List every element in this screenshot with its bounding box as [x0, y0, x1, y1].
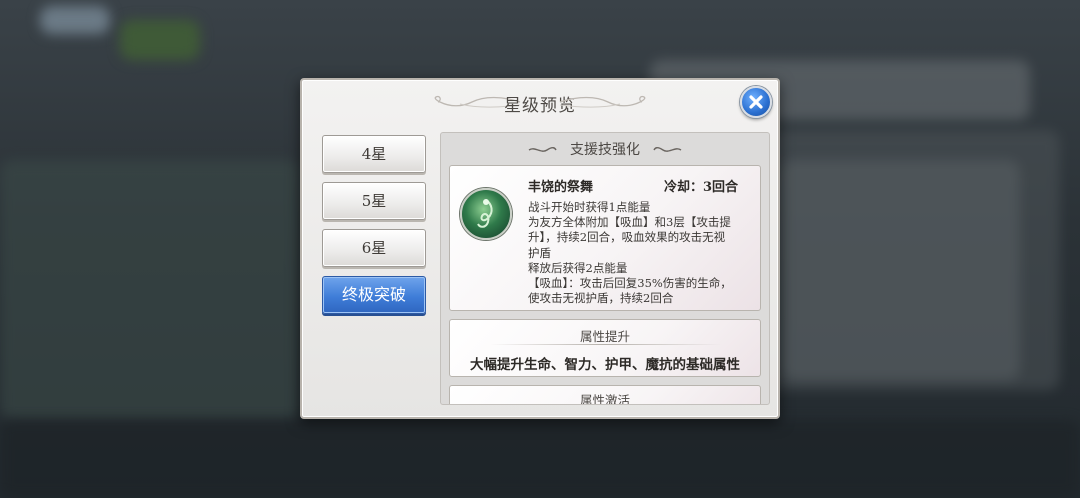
section-title: 支援技强化 — [570, 142, 640, 158]
skill-emblem-icon — [477, 199, 493, 228]
bg-blur-element — [0, 420, 1080, 498]
skill-desc-line: 使攻击无视护盾，持续2回合 — [528, 291, 674, 306]
attribute-activate-title: 属性激活 — [579, 393, 630, 405]
title-ornament-icon — [559, 95, 646, 108]
attribute-boost-text: 大幅提升生命、智力、护甲、魔抗的基础属性 — [470, 357, 740, 373]
bg-blur-element — [780, 160, 1020, 380]
tab-6-star[interactable]: 6星 — [322, 229, 426, 267]
skill-desc-line: 为友方全体附加【吸血】和3层【攻击提 — [528, 215, 731, 230]
close-button[interactable] — [740, 86, 772, 118]
skill-card: 丰饶的祭舞 冷却：3回合 战斗开始时获得1点能量 为友方全体附加【吸血】和3层【… — [449, 165, 761, 311]
leaf-dancer-skill-icon — [460, 188, 512, 240]
flourish-left-icon — [528, 146, 557, 152]
star-preview-dialog: 星级预览 4星 5星 6星 终极突破 支援技强化 丰饶的祭舞 冷却：3回合 战斗… — [300, 78, 780, 419]
skill-desc-line: 护盾 — [528, 245, 551, 260]
attribute-boost-card: 属性提升 大幅提升生命、智力、护甲、魔抗的基础属性 — [449, 319, 761, 377]
skill-description: 战斗开始时获得1点能量 为友方全体附加【吸血】和3层【攻击提 升】，持续2回合，… — [528, 200, 752, 306]
skill-cooldown: 冷却：3回合 — [663, 180, 738, 195]
skill-desc-line: 战斗开始时获得1点能量 — [528, 200, 651, 214]
bg-blur-element — [0, 160, 300, 420]
skill-desc-line: 升】，持续2回合，吸血效果的攻击无视 — [528, 230, 726, 245]
bg-blur-element — [120, 20, 200, 60]
bg-blur-element — [40, 6, 110, 34]
flourish-right-icon — [653, 146, 682, 152]
attribute-activate-card: 属性激活 — [449, 385, 761, 405]
content-panel[interactable]: 支援技强化 丰饶的祭舞 冷却：3回合 战斗开始时获得1点能量 为友方全体附加【吸… — [440, 132, 770, 405]
dialog-title: 星级预览 — [504, 96, 576, 116]
dialog-title-bar: 星级预览 — [302, 80, 778, 124]
section-header: 支援技强化 — [441, 137, 769, 163]
attribute-boost-title: 属性提升 — [579, 329, 630, 344]
skill-desc-line: 【吸血】：攻击后回复35%伤害的生命， — [528, 276, 732, 291]
tab-ultimate-breakthrough[interactable]: 终极突破 — [322, 276, 426, 314]
close-icon — [749, 95, 763, 109]
skill-name: 丰饶的祭舞 — [528, 180, 594, 195]
tab-4-star[interactable]: 4星 — [322, 135, 426, 173]
tab-5-star[interactable]: 5星 — [322, 182, 426, 220]
divider — [490, 344, 722, 345]
skill-desc-line: 释放后获得2点能量 — [528, 260, 628, 275]
